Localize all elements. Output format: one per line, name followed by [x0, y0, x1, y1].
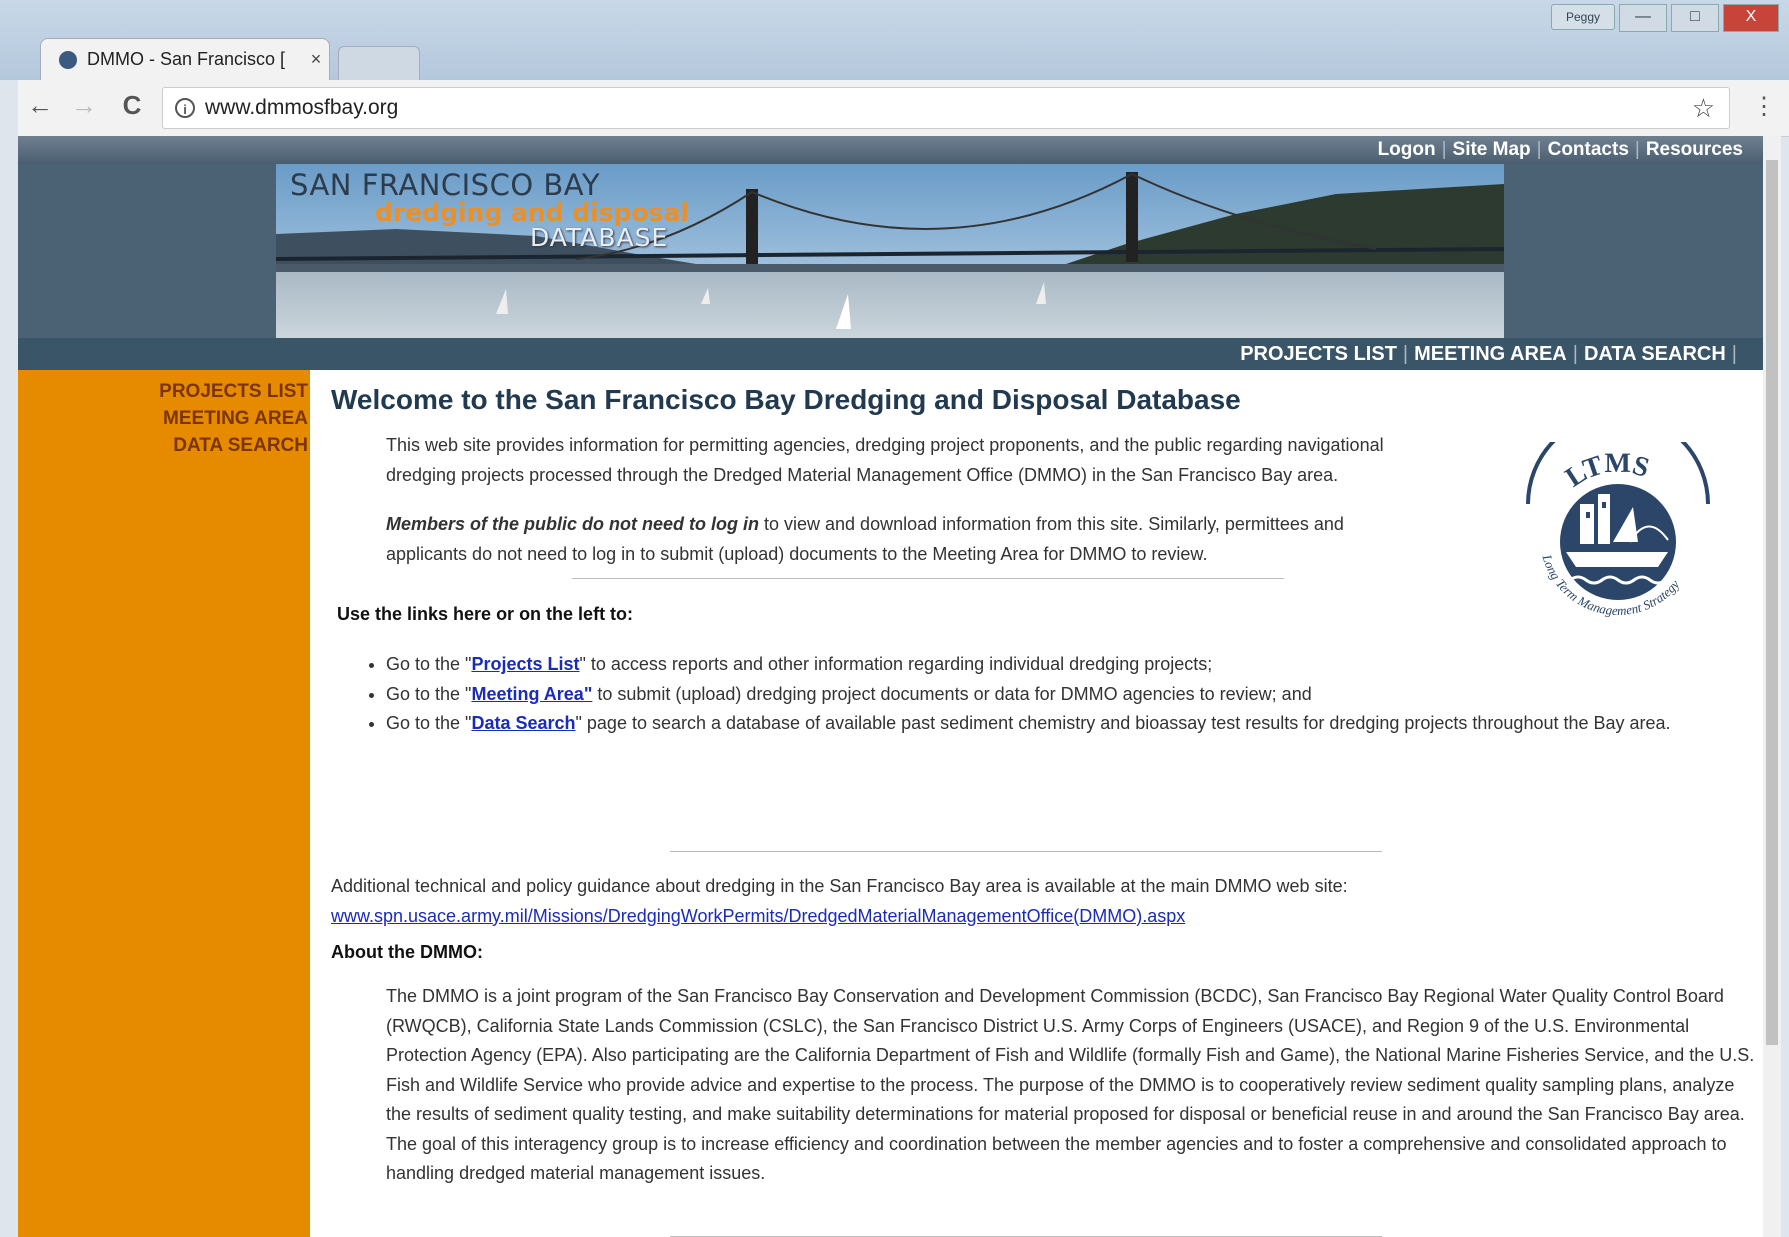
- bullet-text: Go to the ": [386, 654, 472, 674]
- nav-separator: |: [1634, 139, 1640, 160]
- favicon-icon: [59, 50, 77, 69]
- bullet-text: " to access reports and other informatio…: [579, 654, 1213, 674]
- maximize-button[interactable]: □: [1671, 4, 1719, 32]
- tab-title: DMMO - San Francisco [: [87, 49, 286, 69]
- bullet-text: to submit (upload) dredging project docu…: [592, 683, 1312, 704]
- banner-title: SAN FRANCISCO BAY dredging and disposal …: [290, 168, 689, 252]
- close-window-button[interactable]: X: [1723, 4, 1779, 32]
- sidebar-item-data-search[interactable]: DATA SEARCH: [159, 432, 308, 459]
- nav-separator: |: [1536, 139, 1542, 160]
- list-item: Go to the "Meeting Area" to submit (uplo…: [386, 680, 1730, 710]
- bullet-text: Go to the ": [386, 713, 472, 733]
- scrollbar-thumb[interactable]: [1766, 160, 1778, 1045]
- site-map-link[interactable]: Site Map: [1453, 139, 1531, 161]
- divider: [670, 851, 1382, 852]
- dmmo-website-link[interactable]: www.spn.usace.army.mil/Missions/Dredging…: [331, 902, 1731, 932]
- bullet-text: Go to the ": [386, 683, 472, 704]
- window-controls: Peggy — □ X: [1551, 4, 1779, 32]
- resources-link[interactable]: Resources: [1646, 139, 1743, 161]
- back-arrow-icon[interactable]: ←: [22, 90, 58, 121]
- data-search-link[interactable]: Data Search: [471, 713, 575, 733]
- banner-line-3: DATABASE: [530, 223, 669, 252]
- forward-arrow-icon[interactable]: →: [66, 90, 102, 121]
- nav-projects-list[interactable]: PROJECTS LIST: [1240, 343, 1397, 366]
- user-badge[interactable]: Peggy: [1551, 4, 1615, 30]
- sidebar-item-meeting-area[interactable]: MEETING AREA: [159, 405, 308, 432]
- bullet-text: " page to search a database of available…: [575, 713, 1671, 733]
- reload-icon[interactable]: C: [114, 90, 150, 121]
- about-paragraph: The DMMO is a joint program of the San F…: [386, 986, 1755, 1183]
- links-list: Go to the "Projects List" to access repo…: [364, 650, 1730, 739]
- url-text[interactable]: www.dmmosfbay.org: [205, 96, 398, 120]
- additional-guidance: Additional technical and policy guidance…: [331, 872, 1731, 931]
- contacts-link[interactable]: Contacts: [1548, 139, 1629, 161]
- browser-tab[interactable]: DMMO - San Francisco [ ×: [40, 38, 330, 80]
- address-bar[interactable]: i www.dmmosfbay.org ☆: [162, 87, 1730, 129]
- ltms-logo: LTMS Long Term Management Strategy: [1518, 412, 1718, 647]
- about-heading: About the DMMO:: [331, 942, 483, 962]
- browser-menu-icon[interactable]: ⋮: [1752, 92, 1776, 121]
- minimize-button[interactable]: —: [1619, 4, 1667, 32]
- page-title: Welcome to the San Francisco Bay Dredgin…: [331, 384, 1241, 415]
- login-note-paragraph: Members of the public do not need to log…: [386, 510, 1386, 569]
- additional-text: Additional technical and policy guidance…: [331, 876, 1348, 896]
- new-tab-button[interactable]: [338, 46, 420, 81]
- web-page: Logon| Site Map| Contacts| Resources: [18, 136, 1763, 1237]
- nav-meeting-area[interactable]: MEETING AREA: [1414, 343, 1567, 366]
- info-icon[interactable]: i: [175, 98, 195, 118]
- divider: [572, 578, 1284, 579]
- list-item: Go to the "Data Search" page to search a…: [386, 709, 1730, 739]
- sidebar-links: PROJECTS LIST MEETING AREA DATA SEARCH: [159, 378, 308, 459]
- login-note-bold: Members of the public do not need to log…: [386, 514, 759, 534]
- nav-separator: |: [1572, 342, 1578, 365]
- intro-paragraph: This web site provides information for p…: [386, 435, 1384, 485]
- section-nav: PROJECTS LIST | MEETING AREA | DATA SEARCH…: [18, 338, 1763, 370]
- sidebar-item-projects-list[interactable]: PROJECTS LIST: [159, 378, 308, 405]
- nav-data-search[interactable]: DATA SEARCH: [1584, 343, 1726, 366]
- top-utility-nav: Logon | Site Map | Contacts | Resources: [18, 136, 1763, 164]
- links-heading: Use the links here or on the left to:: [337, 604, 634, 624]
- banner-line-1: SAN FRANCISCO BAY: [290, 168, 601, 202]
- logon-link[interactable]: Logon: [1378, 139, 1436, 161]
- list-item: Go to the "Projects List" to access repo…: [386, 650, 1730, 680]
- tab-close-icon[interactable]: ×: [303, 49, 329, 70]
- projects-list-link[interactable]: Projects List: [471, 654, 579, 674]
- left-sidebar: PROJECTS LIST MEETING AREA DATA SEARCH: [18, 370, 310, 1237]
- meeting-area-link[interactable]: Meeting Area": [471, 684, 592, 704]
- nav-separator: |: [1731, 342, 1737, 365]
- nav-separator: |: [1441, 139, 1447, 160]
- nav-separator: |: [1402, 342, 1409, 365]
- bookmark-star-icon[interactable]: ☆: [1692, 93, 1715, 124]
